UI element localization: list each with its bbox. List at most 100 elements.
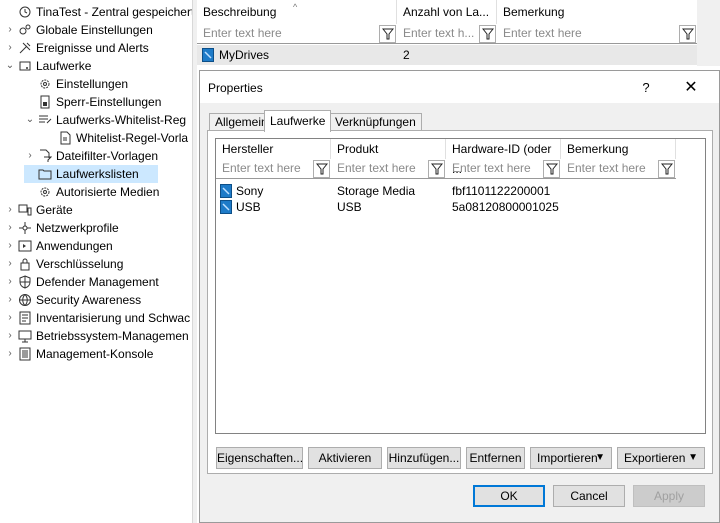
tree-item-sperr-einstellungen[interactable]: Sperr-Einstellungen	[24, 93, 161, 111]
tree-item-netzwerkprofile[interactable]: › Netzwerkprofile	[4, 219, 118, 237]
table-row[interactable]: MyDrives 2	[197, 45, 697, 65]
column-header-hardware-id[interactable]: Hardware-ID (oder ...	[446, 139, 561, 176]
filter-placeholder: Enter text here	[222, 161, 301, 175]
expand-chevron-icon[interactable]: ›	[4, 327, 16, 345]
tree-item-label: Ereignisse und Alerts	[36, 41, 149, 55]
tree-item-label: Inventarisierung und Schwac	[36, 311, 191, 325]
expand-chevron-icon[interactable]: ›	[24, 147, 36, 165]
padlock-icon	[18, 257, 32, 271]
filter-beschreibung[interactable]: Enter text here	[197, 24, 397, 44]
tree-item-whitelist-regel-vorla[interactable]: Whitelist-Regel-Vorla	[44, 129, 188, 147]
pane-splitter[interactable]	[192, 0, 197, 523]
column-header-bemerkung[interactable]: Bemerkung	[497, 0, 697, 24]
tree-item-laufwerkslisten[interactable]: Laufwerkslisten	[24, 165, 158, 183]
gear-icon	[38, 185, 52, 199]
sync-shield-icon	[18, 5, 32, 19]
tree-item-label: Laufwerkslisten	[56, 167, 139, 181]
tree-item-security-awareness[interactable]: › Security Awareness	[4, 291, 141, 309]
filter-produkt[interactable]: Enter text here	[331, 159, 446, 179]
filter-bemerkung[interactable]: Enter text here	[561, 159, 676, 179]
tree-item-inventarisierung-und-schwac[interactable]: › Inventarisierung und Schwac	[4, 309, 190, 327]
tree-item-dateifilter-vorlagen[interactable]: › Dateifilter-Vorlagen	[24, 147, 158, 165]
tree-item-anwendungen[interactable]: › Anwendungen	[4, 237, 112, 255]
tree-item-geräte[interactable]: › Geräte	[4, 201, 72, 219]
expand-chevron-icon[interactable]: ›	[4, 201, 16, 219]
filter-funnel-icon[interactable]	[479, 25, 496, 43]
import-label: Importieren	[537, 451, 598, 465]
tab-verknuepfungen[interactable]: Verknüpfungen	[329, 113, 422, 131]
dropdown-arrow-icon: ▼	[595, 452, 605, 463]
filter-funnel-icon[interactable]	[379, 25, 396, 43]
collapse-chevron-icon[interactable]: ⌄	[24, 111, 36, 129]
export-dropdown-button[interactable]: Exportieren ▼	[617, 447, 705, 469]
tab-laufwerke[interactable]: Laufwerke	[264, 110, 332, 132]
filter-funnel-icon[interactable]	[313, 160, 330, 178]
gears-icon	[18, 23, 32, 37]
import-dropdown-button[interactable]: Importieren ▼	[530, 447, 612, 469]
apply-button[interactable]: Apply	[633, 485, 705, 507]
export-label: Exportieren	[624, 451, 686, 465]
column-header-anzahl[interactable]: Anzahl von La...	[397, 0, 497, 24]
filter-hardware-id[interactable]: Enter text here	[446, 159, 561, 179]
tree-item-ereignisse-und-alerts[interactable]: › Ereignisse und Alerts	[4, 39, 149, 57]
cell-hardware-id: fbf1101122200001	[452, 184, 551, 198]
lock-device-icon	[38, 95, 52, 109]
tree-item-verschlüsselung[interactable]: › Verschlüsselung	[4, 255, 123, 273]
add-button[interactable]: Hinzufügen...	[387, 447, 461, 469]
cancel-button[interactable]: Cancel	[553, 485, 625, 507]
filter-anzahl[interactable]: Enter text h...	[397, 24, 497, 44]
expand-chevron-icon[interactable]: ›	[4, 219, 16, 237]
collapse-chevron-icon[interactable]: ⌄	[4, 57, 16, 75]
properties-button[interactable]: Eigenschaften...	[216, 447, 303, 469]
tree-item-laufwerks-whitelist-reg[interactable]: ⌄ Laufwerks-Whitelist-Reg	[24, 111, 186, 129]
tree-item-laufwerke[interactable]: ⌄ Laufwerke	[4, 57, 92, 75]
expand-chevron-icon[interactable]: ›	[4, 309, 16, 327]
navigation-tree: TinaTest - Zentral gespeicherte I › Global…	[0, 0, 192, 523]
tree-item-einstellungen[interactable]: Einstellungen	[24, 75, 128, 93]
vertical-scrollbar[interactable]	[697, 0, 720, 66]
filter-bemerkung[interactable]: Enter text here	[497, 24, 697, 44]
expand-chevron-icon[interactable]: ›	[4, 273, 16, 291]
filter-hersteller[interactable]: Enter text here	[216, 159, 331, 179]
file-filter-icon	[38, 149, 52, 163]
table-row[interactable]: USB USB 5a08120800001025	[216, 199, 676, 215]
expand-chevron-icon[interactable]: ›	[4, 39, 16, 57]
filter-funnel-icon[interactable]	[428, 160, 445, 178]
filter-funnel-icon[interactable]	[658, 160, 675, 178]
filter-placeholder: Enter text here	[452, 161, 531, 175]
console-icon	[18, 347, 32, 361]
filter-funnel-icon[interactable]	[543, 160, 560, 178]
tree-item-label: Dateifilter-Vorlagen	[56, 149, 159, 163]
application-icon	[18, 239, 32, 253]
expand-chevron-icon[interactable]: ›	[4, 255, 16, 273]
ok-button[interactable]: OK	[473, 485, 545, 507]
tree-item-label: Whitelist-Regel-Vorla	[76, 131, 189, 145]
tree-item-betriebssystem-managemen[interactable]: › Betriebssystem-Managemen	[4, 327, 188, 345]
activate-button[interactable]: Aktivieren	[308, 447, 382, 469]
tree-item-label: Globale Einstellungen	[36, 23, 153, 37]
tree-item-globale-einstellungen[interactable]: › Globale Einstellungen	[4, 21, 153, 39]
tree-item-autorisierte-medien[interactable]: Autorisierte Medien	[24, 183, 159, 201]
network-icon	[18, 221, 32, 235]
tree-item-tinatest-zentral-gespeicherte-i[interactable]: TinaTest - Zentral gespeicherte I	[4, 3, 192, 21]
filter-funnel-icon[interactable]	[679, 25, 696, 43]
table-row[interactable]: Sony Storage Media fbf1101122200001	[216, 183, 676, 199]
tree-item-label: Einstellungen	[56, 77, 129, 91]
tree-item-defender-management[interactable]: › Defender Management	[4, 273, 158, 291]
filter-placeholder: Enter text here	[567, 161, 646, 175]
close-button[interactable]: ✕	[675, 77, 707, 99]
help-button[interactable]: ?	[632, 77, 660, 99]
column-header-hersteller[interactable]: Hersteller	[216, 139, 331, 159]
expand-chevron-icon[interactable]: ›	[4, 345, 16, 363]
expand-chevron-icon[interactable]: ›	[4, 291, 16, 309]
tree-item-management-konsole[interactable]: › Management-Konsole	[4, 345, 153, 363]
column-header-produkt[interactable]: Produkt	[331, 139, 446, 159]
expand-chevron-icon[interactable]: ›	[4, 237, 16, 255]
dropdown-arrow-icon: ▼	[688, 452, 698, 463]
list-filter-icon	[38, 113, 52, 127]
remove-button[interactable]: Entfernen	[466, 447, 525, 469]
expand-chevron-icon[interactable]: ›	[4, 21, 16, 39]
computer-icon	[18, 329, 32, 343]
tree-item-label: TinaTest - Zentral gespeicherte I	[36, 5, 192, 19]
column-header-bemerkung[interactable]: Bemerkung	[561, 139, 676, 159]
